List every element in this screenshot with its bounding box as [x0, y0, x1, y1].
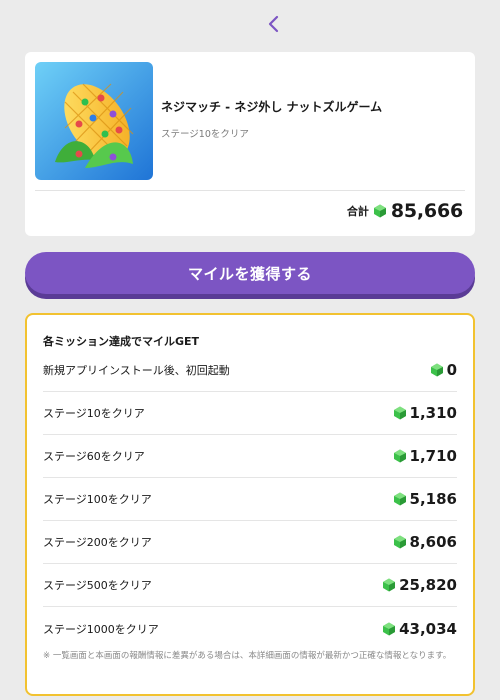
total-points: 合計 85,666 — [347, 200, 463, 222]
total-label: 合計 — [346, 205, 369, 218]
mission-label: ステージ60をクリア — [43, 450, 145, 463]
mission-label: ステージ200をクリア — [43, 536, 152, 549]
app-subtitle: ステージ10をクリア — [161, 129, 249, 140]
mission-label: ステージ1000をクリア — [43, 622, 159, 636]
mission-points: 0 — [446, 361, 457, 379]
total-value: 85,666 — [390, 200, 463, 222]
earn-miles-button[interactable]: マイルを獲得する — [25, 252, 475, 294]
gem-icon — [383, 578, 396, 592]
mission-points: 43,034 — [399, 619, 457, 638]
chevron-left-icon — [268, 15, 279, 33]
gem-icon — [393, 535, 406, 549]
earn-miles-label: マイルを獲得する — [187, 264, 312, 283]
back-button[interactable] — [262, 10, 286, 38]
gem-icon — [393, 406, 406, 420]
app-name: ネジマッチ - ネジ外し ナットズルゲーム — [161, 100, 383, 114]
mission-list: 各ミッション達成でマイルGET 新規アプリインストール後、初回起動 0 ステージ… — [25, 313, 475, 696]
mission-label: ステージ100をクリア — [43, 493, 152, 506]
mission-points: 25,820 — [399, 576, 457, 594]
disclaimer-note: ※ 一覧画面と本画面の報酬情報に差異がある場合は、本詳細画面の情報が最新かつ正確… — [43, 651, 452, 661]
mission-row: 新規アプリインストール後、初回起動 0 — [43, 349, 457, 392]
mission-points: 1,710 — [409, 447, 457, 465]
mission-points: 8,606 — [409, 533, 457, 551]
app-icon — [35, 62, 153, 180]
mission-label: 新規アプリインストール後、初回起動 — [43, 364, 230, 377]
mission-label: ステージ10をクリア — [43, 407, 145, 420]
gem-icon — [393, 492, 406, 506]
mission-points: 5,186 — [409, 490, 457, 508]
mission-label: ステージ500をクリア — [43, 579, 152, 592]
divider — [35, 190, 465, 191]
corn-game-icon — [35, 62, 153, 180]
gem-icon — [430, 363, 443, 377]
app-card[interactable]: ネジマッチ - ネジ外し ナットズルゲーム ステージ10をクリア 合計 85,6… — [25, 52, 475, 236]
gem-icon — [373, 204, 386, 218]
gem-icon — [393, 449, 406, 463]
mission-row: ステージ200をクリア 8,606 — [43, 521, 457, 564]
mission-row: ステージ1000をクリア 43,034 — [43, 607, 457, 650]
gem-icon — [383, 622, 396, 635]
mission-points: 1,310 — [409, 404, 457, 422]
mission-row: ステージ60をクリア 1,710 — [43, 435, 457, 478]
mission-row: ステージ10をクリア 1,310 — [43, 392, 457, 435]
mission-title: 各ミッション達成でマイルGET — [43, 335, 200, 348]
mission-row: ステージ500をクリア 25,820 — [43, 564, 457, 607]
mission-row: ステージ100をクリア 5,186 — [43, 478, 457, 521]
